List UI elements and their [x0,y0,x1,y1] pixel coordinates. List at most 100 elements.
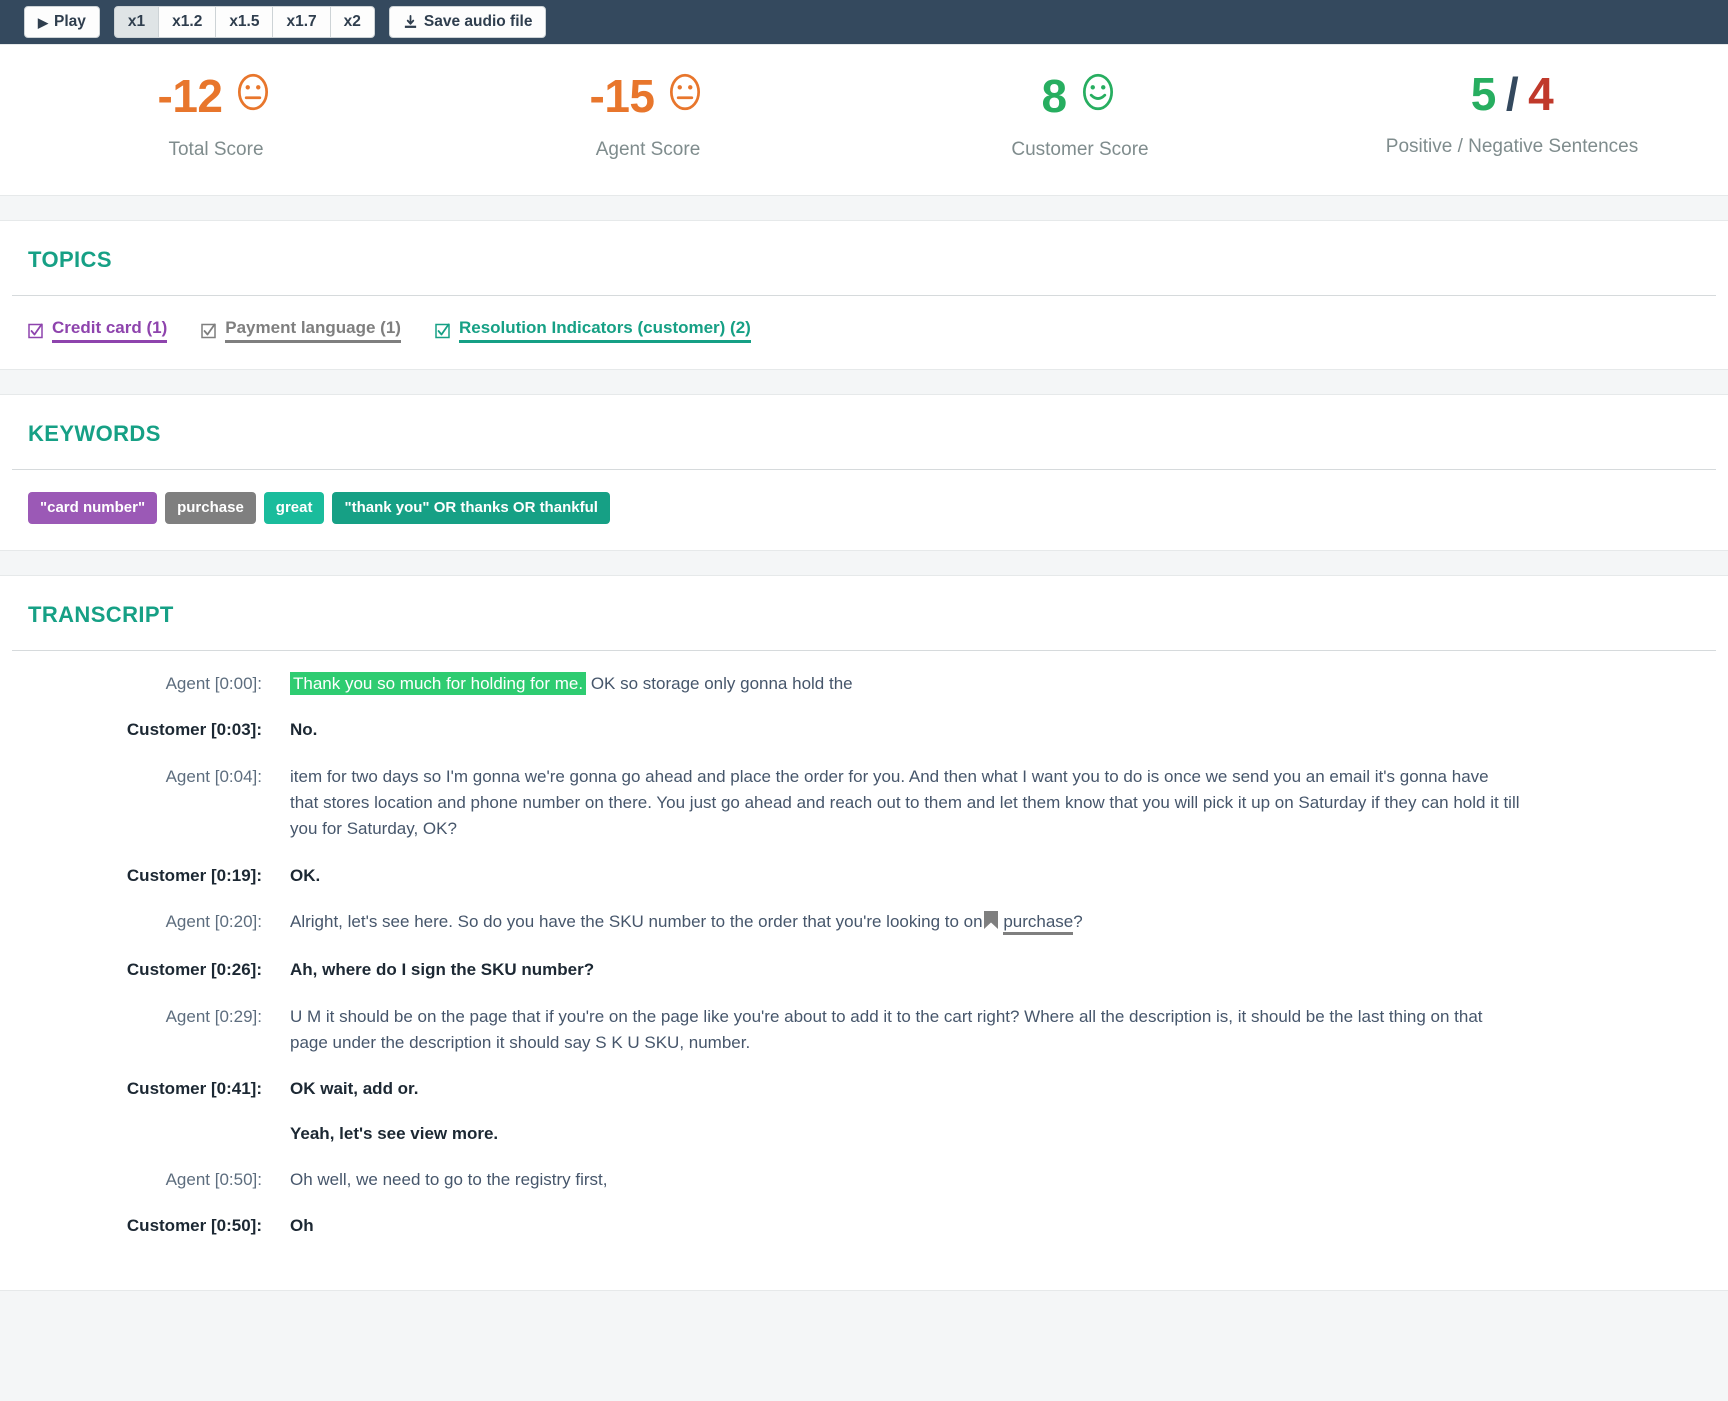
transcript-row: Customer [0:26]:Ah, where do I sign the … [28,957,1700,983]
speed-button-group: x1 x1.2 x1.5 x1.7 x2 [114,6,375,38]
topics-body: Credit card (1) Payment language (1) [0,296,1728,369]
transcript-text-segment: Yeah, let's see view more. [290,1124,498,1143]
transcript-card: TRANSCRIPT Agent [0:00]:Thank you so muc… [0,575,1728,1291]
transcript-speaker-label: Agent [0:29]: [28,1004,290,1057]
bookmark-icon [984,911,998,937]
topic-payment-language-label: Payment language (1) [225,318,401,343]
section-spacer-1 [0,196,1728,220]
keyword-badge-thank-you[interactable]: "thank you" OR thanks OR thankful [332,492,609,524]
speed-button-x1.5[interactable]: x1.5 [215,6,273,38]
transcript-speaker-label: Customer [0:03]: [28,717,290,743]
transcript-paragraph: Thank you so much for holding for me. OK… [290,671,1520,697]
transcript-paragraph: Yeah, let's see view more. [290,1121,1520,1147]
transcript-text: Oh [290,1213,1520,1239]
speed-button-x1.2[interactable]: x1.2 [158,6,216,38]
section-spacer-2 [0,370,1728,394]
total-score-value: -12 [158,73,223,119]
transcript-heading: TRANSCRIPT [0,576,1728,650]
neutral-face-icon [664,71,706,120]
checked-box-icon [201,323,217,339]
transcript-rows: Agent [0:00]:Thank you so much for holdi… [0,651,1728,1290]
agent-score-cell: -15 Agent Score [432,71,864,161]
scores-row: -12 Total Score -15 [0,45,1728,195]
sentences-separator: / [1506,71,1518,117]
customer-score-value-group: 8 [1041,71,1118,120]
transcript-row: Agent [0:20]:Alright, let's see here. So… [28,909,1700,937]
transcript-row: Customer [0:03]:No. [28,717,1700,743]
transcript-text-segment: ? [1073,912,1082,931]
topic-payment-language[interactable]: Payment language (1) [201,318,401,343]
sentences-label: Positive / Negative Sentences [1296,136,1728,158]
transcript-row: Customer [0:19]:OK. [28,863,1700,889]
transcript-text-segment: Oh well, we need to go to the registry f… [290,1170,607,1189]
download-icon [403,15,418,30]
transcript-paragraph: Ah, where do I sign the SKU number? [290,957,1520,983]
topic-resolution-indicators-label: Resolution Indicators (customer) (2) [459,318,751,343]
sentences-cell: 5 / 4 Positive / Negative Sentences [1296,71,1728,161]
transcript-text: U M it should be on the page that if you… [290,1004,1520,1057]
customer-score-value: 8 [1041,73,1066,119]
transcript-text-segment: item for two days so I'm gonna we're gon… [290,767,1520,839]
play-button-label: Play [54,7,86,37]
agent-score-value-group: -15 [590,71,707,120]
transcript-text-segment: No. [290,720,317,739]
save-audio-file-label: Save audio file [424,7,533,37]
transcript-paragraph: item for two days so I'm gonna we're gon… [290,764,1520,843]
transcript-speaker-label: Customer [0:26]: [28,957,290,983]
smiley-face-icon [1077,71,1119,120]
transcript-speaker-label: Customer [0:19]: [28,863,290,889]
topic-resolution-indicators[interactable]: Resolution Indicators (customer) (2) [435,318,751,343]
topics-list: Credit card (1) Payment language (1) [28,318,1700,343]
total-score-value-group: -12 [158,71,275,120]
topics-card: TOPICS Credit card (1) [0,220,1728,370]
transcript-text: Alright, let's see here. So do you have … [290,909,1520,937]
topics-heading: TOPICS [0,221,1728,295]
speed-button-x1.7[interactable]: x1.7 [272,6,330,38]
transcript-text: Ah, where do I sign the SKU number? [290,957,1520,983]
topic-credit-card-label: Credit card (1) [52,318,167,343]
transcript-text-segment: Oh [290,1216,314,1235]
audio-toolbar: ▶ Play x1 x1.2 x1.5 x1.7 x2 Save audio f… [0,0,1728,44]
sentences-value-group: 5 / 4 [1471,71,1553,117]
transcript-row: Agent [0:29]:U M it should be on the pag… [28,1004,1700,1057]
topic-credit-card[interactable]: Credit card (1) [28,318,167,343]
transcript-text-segment: OK so storage only gonna hold the [586,674,853,693]
positive-sentences-count: 5 [1471,71,1496,117]
negative-sentences-count: 4 [1528,71,1553,117]
transcript-highlight[interactable]: Thank you so much for holding for me. [290,672,586,695]
customer-score-cell: 8 Customer Score [864,71,1296,161]
transcript-text-segment: U M it should be on the page that if you… [290,1007,1483,1052]
transcript-speaker-label: Customer [0:41]: [28,1076,290,1147]
transcript-paragraph: OK. [290,863,1520,889]
keyword-badge-great[interactable]: great [264,492,325,524]
play-button[interactable]: ▶ Play [24,6,100,38]
transcript-text: OK. [290,863,1520,889]
transcript-paragraph: Oh well, we need to go to the registry f… [290,1167,1520,1193]
transcript-row: Agent [0:50]:Oh well, we need to go to t… [28,1167,1700,1193]
keyword-badge-purchase[interactable]: purchase [165,492,256,524]
transcript-speaker-label: Agent [0:20]: [28,909,290,937]
keywords-card: KEYWORDS "card number" purchase great "t… [0,394,1728,551]
transcript-text-segment: OK wait, add or. [290,1079,418,1098]
transcript-text: Oh well, we need to go to the registry f… [290,1167,1520,1193]
transcript-speaker-label: Agent [0:04]: [28,764,290,843]
neutral-face-icon [232,71,274,120]
transcript-speaker-label: Customer [0:50]: [28,1213,290,1239]
keywords-heading: KEYWORDS [0,395,1728,469]
speed-button-x2[interactable]: x2 [330,6,375,38]
transcript-row: Agent [0:00]:Thank you so much for holdi… [28,671,1700,697]
transcript-paragraph: U M it should be on the page that if you… [290,1004,1520,1057]
transcript-row: Customer [0:50]:Oh [28,1213,1700,1239]
transcript-paragraph: No. [290,717,1520,743]
scores-card: -12 Total Score -15 [0,44,1728,196]
keyword-badge-card-number[interactable]: "card number" [28,492,157,524]
speed-button-x1[interactable]: x1 [114,6,159,38]
transcript-text: Thank you so much for holding for me. OK… [290,671,1520,697]
transcript-keyword-match[interactable]: purchase [1003,912,1073,935]
transcript-text: No. [290,717,1520,743]
keywords-list: "card number" purchase great "thank you"… [28,492,1700,524]
checked-box-icon [435,323,451,339]
save-audio-file-button[interactable]: Save audio file [389,6,547,38]
transcript-text-segment: OK. [290,866,320,885]
transcript-paragraph: OK wait, add or. [290,1076,1520,1102]
